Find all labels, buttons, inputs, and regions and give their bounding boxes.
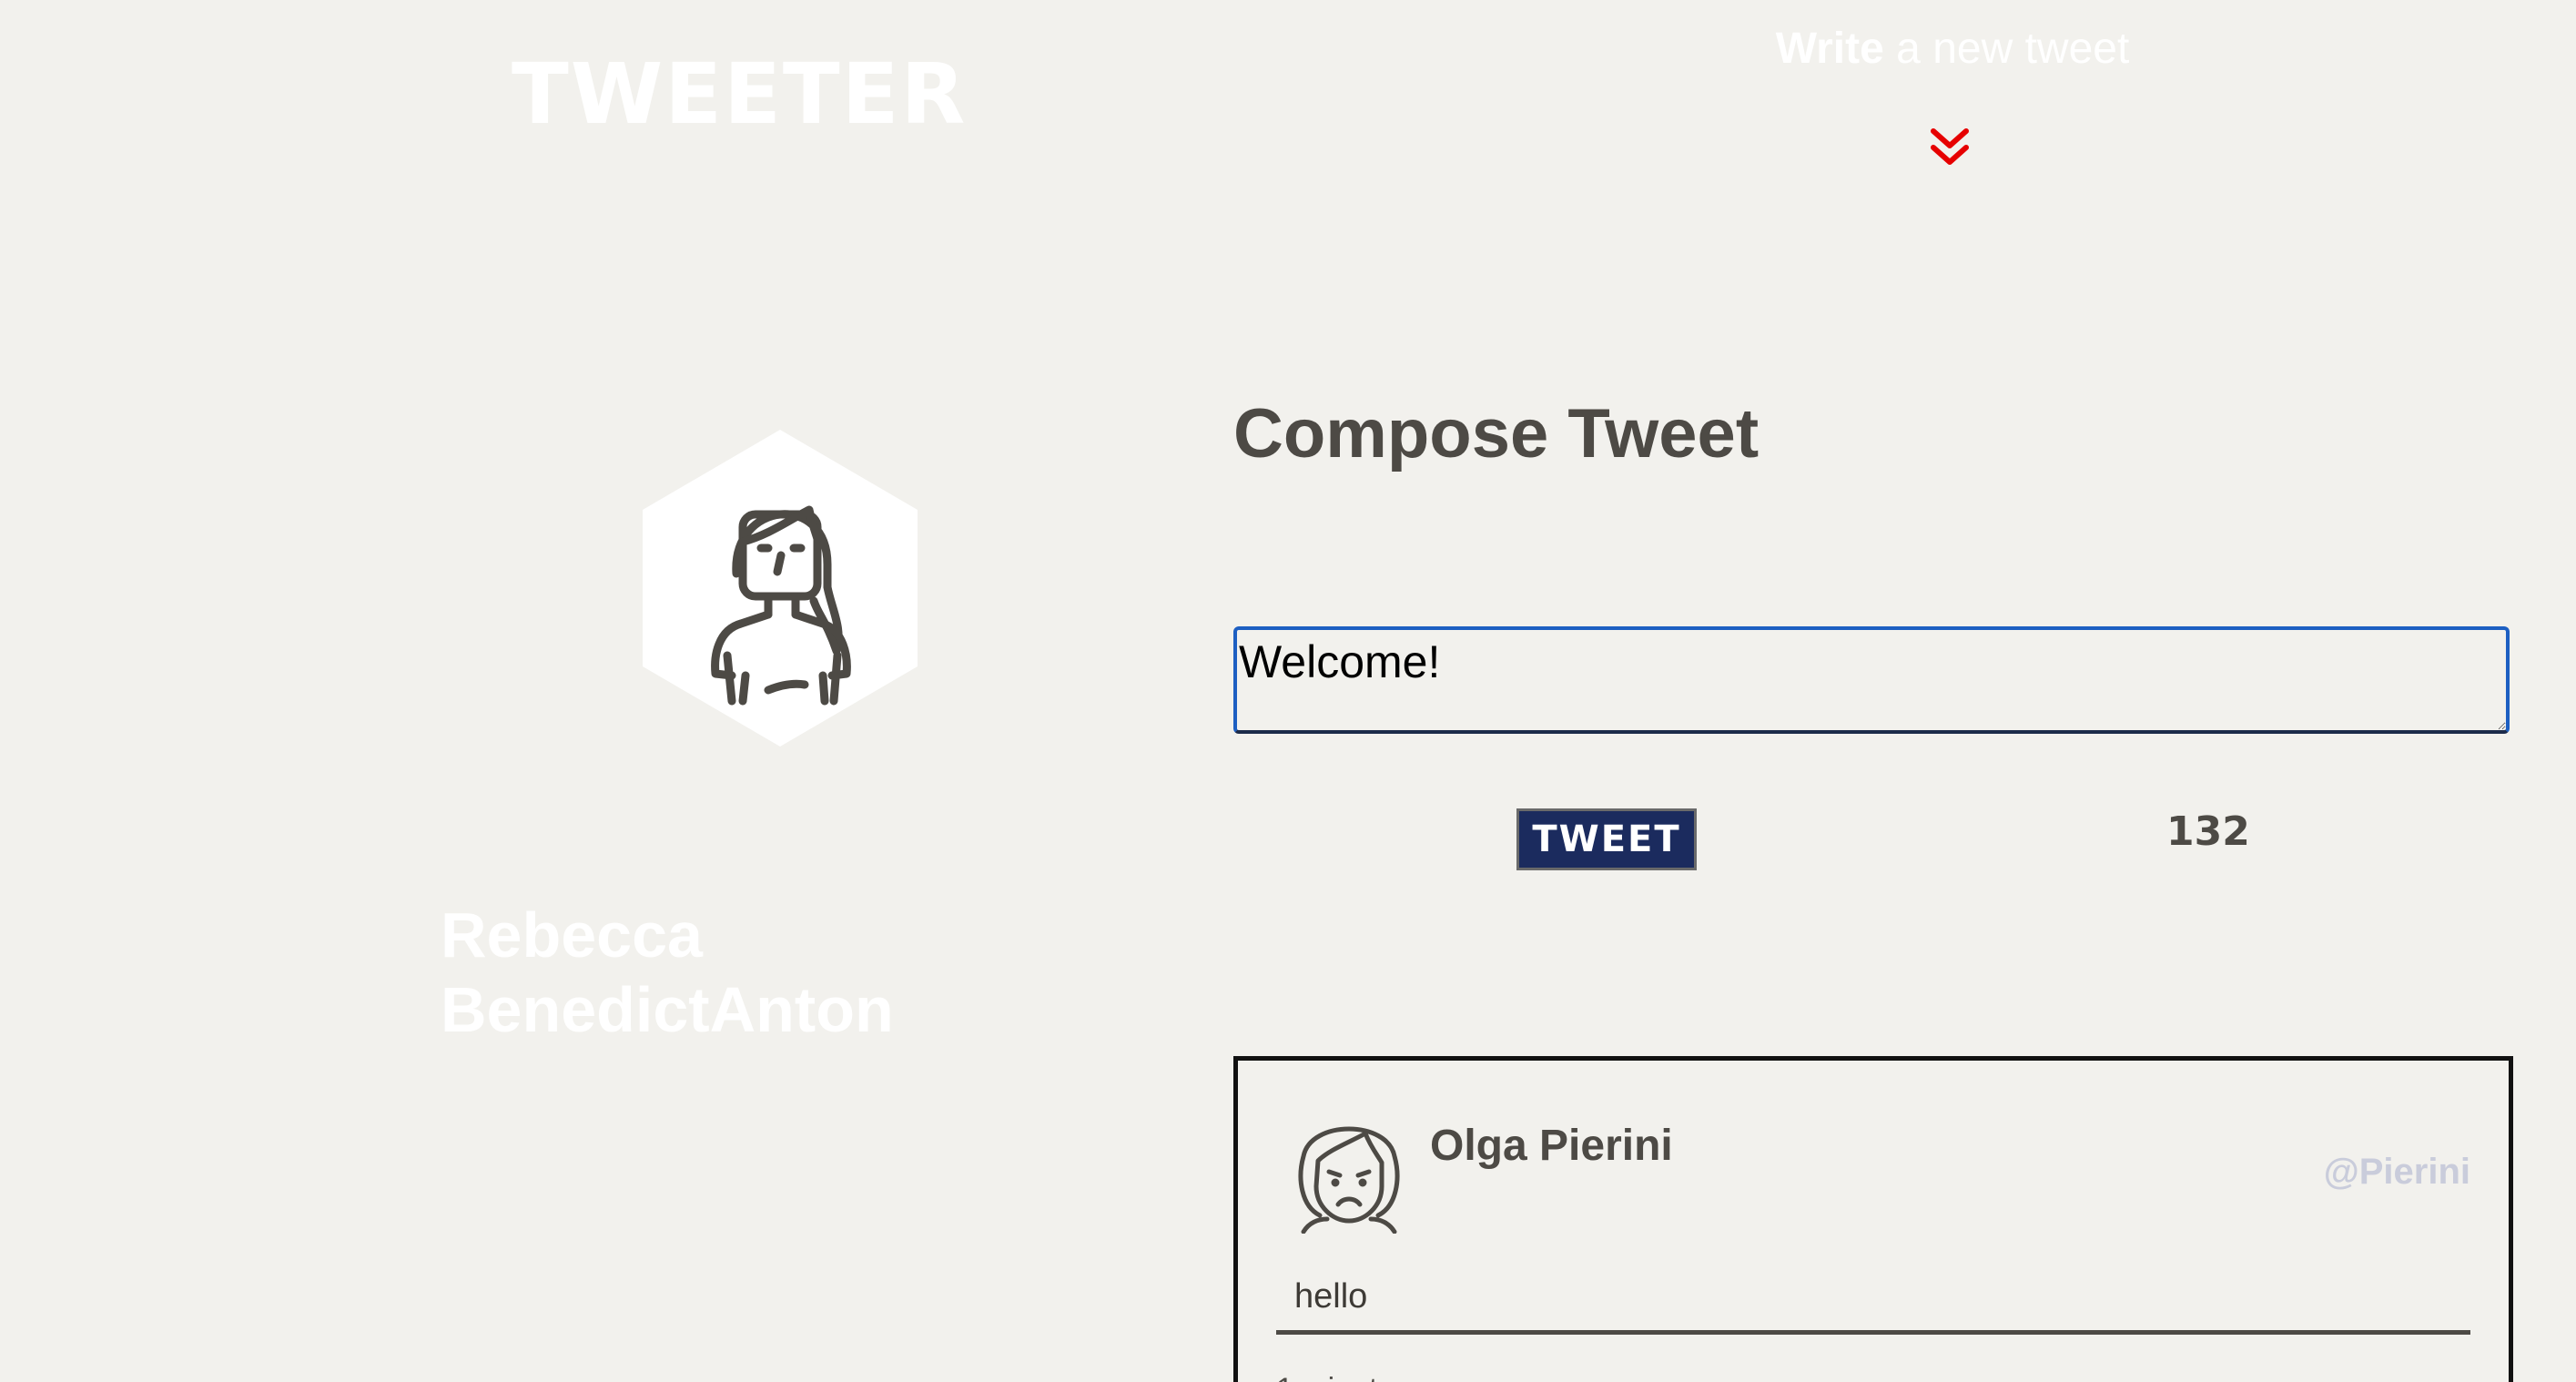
write-new-tweet-bold: Write	[1775, 25, 1884, 73]
tweet-divider	[1276, 1330, 2470, 1335]
tweet-timestamp: 1 minute ago	[1276, 1372, 1455, 1382]
brand-logo[interactable]: TWEETER	[512, 53, 967, 137]
tweet-textarea[interactable]: Welcome!	[1233, 626, 2510, 734]
tweet-button[interactable]: TWEET	[1516, 808, 1697, 870]
write-new-tweet-rest: a new tweet	[1883, 25, 2130, 73]
double-chevron-down-icon[interactable]	[1930, 126, 1970, 169]
write-new-tweet-link[interactable]: Write a new tweet	[1766, 24, 2139, 75]
tweet-card: Olga Pierini @Pierini hello 1 minute ago	[1233, 1056, 2513, 1382]
sad-woman-avatar-icon	[1298, 1126, 1400, 1234]
tweet-body: hello	[1294, 1277, 1368, 1316]
profile-name: Rebecca BenedictAnton	[441, 899, 894, 1045]
profile-avatar	[643, 430, 918, 747]
compose-title: Compose Tweet	[1233, 395, 1760, 473]
page: TWEETER Write a new tweet Rebecca Benedi…	[0, 0, 2576, 1382]
character-counter: 132	[2166, 808, 2250, 855]
tweet-author-handle: @Pierini	[2323, 1152, 2470, 1192]
tweet-author-name: Olga Pierini	[1430, 1122, 1673, 1170]
